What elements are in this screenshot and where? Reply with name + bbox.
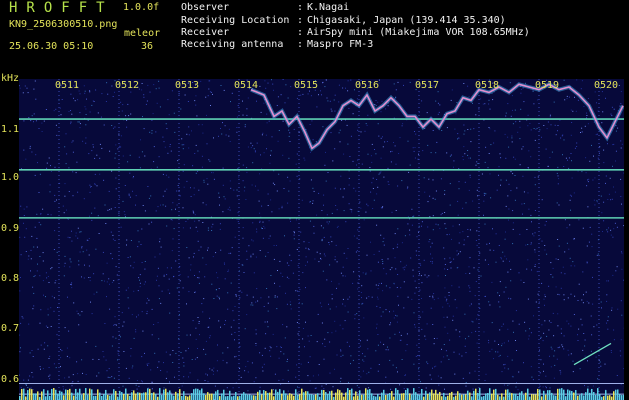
info-key: Receiving antenna xyxy=(181,39,284,50)
version-label: 1.0.0f xyxy=(123,2,160,13)
noise-layer xyxy=(19,79,624,400)
info-row-location: Receiving Location: Chigasaki, Japan (139… xyxy=(181,15,506,26)
date-time: 25.06.30 05:10 xyxy=(9,41,94,52)
x-tick-label: 0519 xyxy=(535,80,560,91)
y-tick-label: 1.0 xyxy=(1,172,20,183)
info-key: Receiver xyxy=(181,27,230,38)
x-tick-label: 0512 xyxy=(115,80,140,91)
info-row-observer: Observer: K.Nagai xyxy=(181,2,350,13)
y-tick-label: 0.6 xyxy=(1,374,20,385)
x-tick-label: 0515 xyxy=(294,80,319,91)
app-title: HROFFT xyxy=(9,0,114,16)
meteor-count-value: 36 xyxy=(141,41,154,52)
info-value: AirSpy mini (Miakejima VOR 108.65MHz) xyxy=(307,27,530,38)
info-key: Receiving Location xyxy=(181,15,290,26)
trace-glow xyxy=(250,82,624,152)
meteor-echo xyxy=(573,342,612,366)
info-row-receiver: Receiver: AirSpy mini (Miakejima VOR 108.… xyxy=(181,27,530,38)
x-tick-label: 0517 xyxy=(415,80,440,91)
info-value: K.Nagai xyxy=(307,2,350,13)
y-axis-unit: kHz xyxy=(1,73,20,84)
info-value: Chigasaki, Japan (139.414 35.340) xyxy=(307,15,506,26)
x-tick-label: 0511 xyxy=(55,80,80,91)
info-row-antenna: Receiving antenna: Maspro FM-3 xyxy=(181,39,374,50)
x-tick-label: 0516 xyxy=(355,80,380,91)
y-tick-label: 1.1 xyxy=(1,124,20,135)
y-tick-label: 0.8 xyxy=(1,273,20,284)
file-name: KN9_2506300510.png xyxy=(9,19,118,30)
x-tick-label: 0518 xyxy=(475,80,500,91)
info-value: Maspro FM-3 xyxy=(307,39,374,50)
x-tick-label: 0513 xyxy=(175,80,200,91)
info-key: Observer xyxy=(181,2,230,13)
y-tick-label: 0.9 xyxy=(1,223,20,234)
x-tick-label: 0520 xyxy=(594,80,619,91)
y-tick-label: 0.7 xyxy=(1,323,20,334)
spectrogram-plot xyxy=(19,79,624,400)
x-tick-label: 0514 xyxy=(234,80,259,91)
meteor-count-label: meleor xyxy=(124,28,161,39)
spectrogram-svg xyxy=(19,79,624,400)
